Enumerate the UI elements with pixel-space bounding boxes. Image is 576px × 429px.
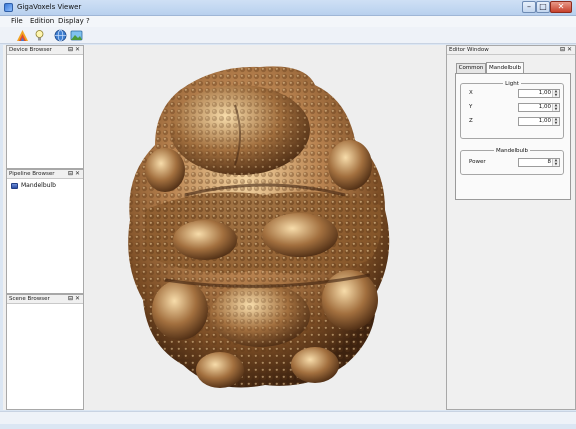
float-icon[interactable]: ⊟ bbox=[68, 295, 73, 302]
pipeline-browser-panel: Pipeline Browser ⊟ ✕ Mandelbulb bbox=[6, 169, 84, 294]
device-browser-title: Device Browser bbox=[9, 47, 52, 53]
minimize-button[interactable]: – bbox=[522, 1, 536, 13]
tab-common[interactable]: Common bbox=[456, 63, 486, 73]
close-icon[interactable]: ✕ bbox=[75, 170, 80, 177]
light-z-spinbox[interactable]: 1,00 ▲ ▼ bbox=[518, 117, 560, 126]
globe-icon[interactable] bbox=[54, 29, 67, 42]
pipeline-node-icon bbox=[11, 182, 18, 189]
menu-edition[interactable]: Edition bbox=[30, 17, 54, 25]
mandelbulb-group-title: Mandelbulb bbox=[493, 148, 530, 154]
render-viewport[interactable] bbox=[85, 45, 447, 410]
mandelbulb-group: Mandelbulb Power 8 ▲ ▼ bbox=[460, 148, 564, 175]
light-y-spinbox[interactable]: 1,00 ▲ ▼ bbox=[518, 103, 560, 112]
maximize-button[interactable]: □ bbox=[536, 1, 550, 13]
light-x-spinbox[interactable]: 1,00 ▲ ▼ bbox=[518, 89, 560, 98]
float-icon[interactable]: ⊟ bbox=[68, 170, 73, 177]
menu-bar: File Edition Display ? bbox=[0, 16, 576, 27]
menu-file[interactable]: File bbox=[11, 17, 23, 25]
scene-browser-panel: Scene Browser ⊟ ✕ bbox=[6, 294, 84, 410]
close-button[interactable]: ✕ bbox=[550, 1, 572, 13]
spin-arrows-icon[interactable]: ▲ ▼ bbox=[552, 158, 559, 166]
window-title: GigaVoxels Viewer bbox=[17, 3, 82, 11]
tab-mandelbulb[interactable]: Mandelbulb bbox=[486, 62, 524, 73]
close-icon[interactable]: ✕ bbox=[567, 46, 572, 53]
scene-landscape-icon[interactable] bbox=[70, 29, 83, 42]
dock-header: Editor Window ⊟ ✕ bbox=[447, 46, 575, 55]
tab-panel-mandelbulb: Light X 1,00 ▲ ▼ Y 1,00 ▲ ▼ Z 1,00 ▲ ▼ Mand bbox=[455, 73, 571, 200]
power-spinbox[interactable]: 8 ▲ ▼ bbox=[518, 158, 560, 167]
light-bulb-icon[interactable] bbox=[33, 29, 46, 42]
scene-browser-title: Scene Browser bbox=[9, 296, 50, 302]
close-icon[interactable]: ✕ bbox=[75, 295, 80, 302]
spin-arrows-icon[interactable]: ▲ ▼ bbox=[552, 117, 559, 125]
light-y-value: 1,00 bbox=[538, 104, 551, 110]
dock-header: Device Browser ⊟ ✕ bbox=[7, 46, 83, 55]
close-icon[interactable]: ✕ bbox=[75, 46, 80, 53]
light-x-label: X bbox=[469, 90, 473, 96]
editor-window-panel: Editor Window ⊟ ✕ Common Mandelbulb Ligh… bbox=[446, 45, 576, 410]
device-browser-panel: Device Browser ⊟ ✕ bbox=[6, 45, 84, 169]
dock-header: Scene Browser ⊟ ✕ bbox=[7, 295, 83, 304]
pipeline-item-label: Mandelbulb bbox=[21, 182, 56, 189]
editor-window-title: Editor Window bbox=[449, 47, 489, 53]
toolbar bbox=[0, 27, 576, 44]
pipeline-item-mandelbulb[interactable]: Mandelbulb bbox=[11, 182, 56, 189]
spin-arrows-icon[interactable]: ▲ ▼ bbox=[552, 103, 559, 111]
status-bar bbox=[0, 411, 576, 424]
light-group-title: Light bbox=[503, 81, 521, 87]
light-z-label: Z bbox=[469, 118, 473, 124]
light-z-value: 1,00 bbox=[538, 118, 551, 124]
power-value: 8 bbox=[547, 159, 552, 165]
main-area: Device Browser ⊟ ✕ Pipeline Browser ⊟ ✕ … bbox=[3, 45, 576, 410]
color-palette-icon[interactable] bbox=[16, 29, 29, 42]
menu-display[interactable]: Display bbox=[58, 17, 84, 25]
float-icon[interactable]: ⊟ bbox=[560, 46, 565, 53]
title-bar: GigaVoxels Viewer – □ ✕ bbox=[0, 0, 576, 16]
pipeline-browser-title: Pipeline Browser bbox=[9, 171, 55, 177]
mandelbulb-render bbox=[128, 66, 390, 388]
app-icon bbox=[4, 3, 13, 12]
light-group: Light X 1,00 ▲ ▼ Y 1,00 ▲ ▼ Z 1,00 ▲ ▼ bbox=[460, 81, 564, 139]
light-x-value: 1,00 bbox=[538, 90, 551, 96]
light-y-label: Y bbox=[469, 104, 473, 110]
float-icon[interactable]: ⊟ bbox=[68, 46, 73, 53]
spin-arrows-icon[interactable]: ▲ ▼ bbox=[552, 89, 559, 97]
power-label: Power bbox=[469, 159, 486, 165]
dock-header: Pipeline Browser ⊟ ✕ bbox=[7, 170, 83, 179]
menu-help[interactable]: ? bbox=[86, 17, 90, 25]
